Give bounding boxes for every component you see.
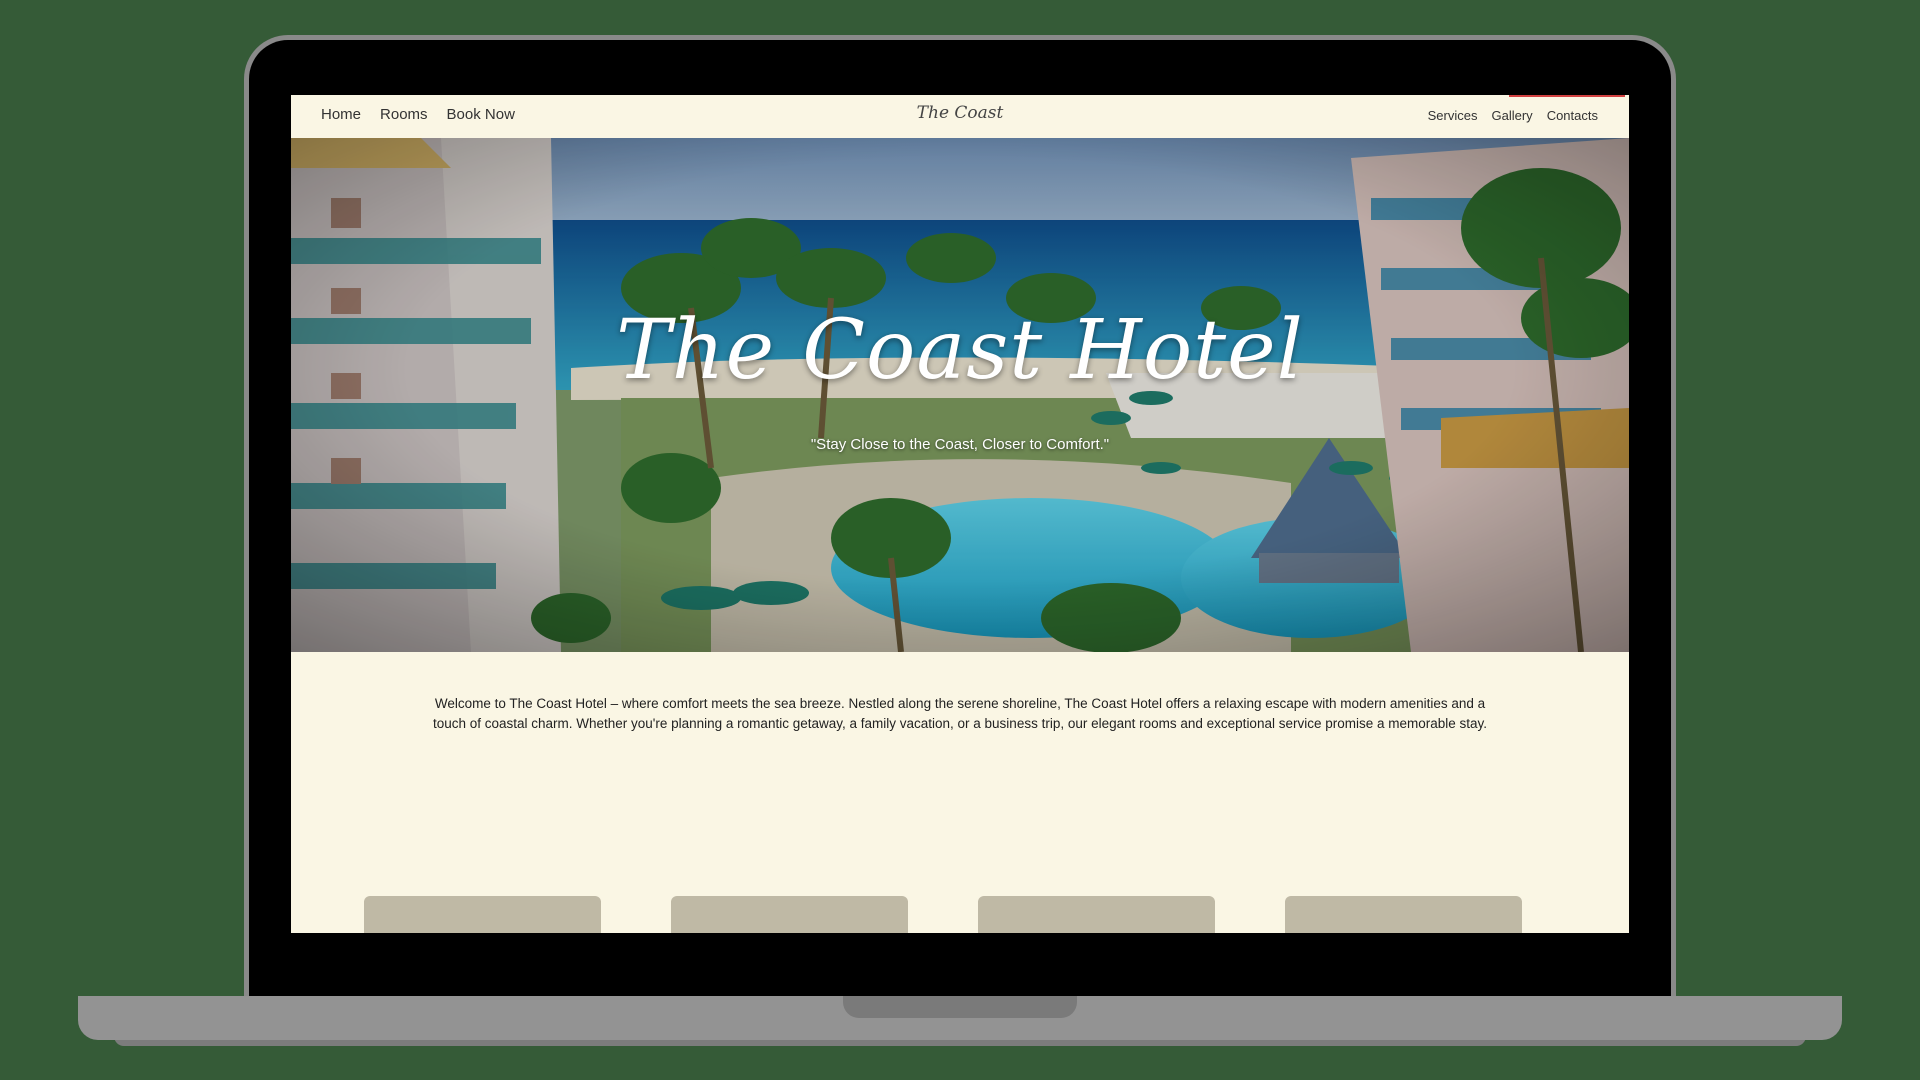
feature-card[interactable] [978, 896, 1215, 933]
feature-card[interactable] [364, 896, 601, 933]
feature-card[interactable] [1285, 896, 1522, 933]
nav-gallery-link[interactable]: Gallery [1492, 106, 1533, 126]
nav-contacts-link[interactable]: Contacts [1547, 106, 1598, 126]
desktop-background: Home Rooms Book Now The Coast Services G… [0, 0, 1920, 1080]
feature-card[interactable] [671, 896, 908, 933]
top-navigation-bar: Home Rooms Book Now The Coast Services G… [291, 95, 1629, 138]
hero-tagline: "Stay Close to the Coast, Closer to Comf… [810, 436, 1110, 453]
nav-right-group: Services Gallery Contacts [1428, 106, 1598, 126]
nav-services-link[interactable]: Services [1428, 106, 1478, 126]
hero-title: The Coast Hotel [616, 303, 1304, 398]
laptop-notch [843, 996, 1077, 1018]
welcome-paragraph: Welcome to The Coast Hotel – where comfo… [432, 696, 1488, 731]
hero-section: The Coast Hotel "Stay Close to the Coast… [291, 138, 1629, 652]
website-screen: Home Rooms Book Now The Coast Services G… [291, 95, 1629, 933]
nav-accent-line [1509, 95, 1625, 97]
feature-cards-row [364, 896, 1522, 933]
